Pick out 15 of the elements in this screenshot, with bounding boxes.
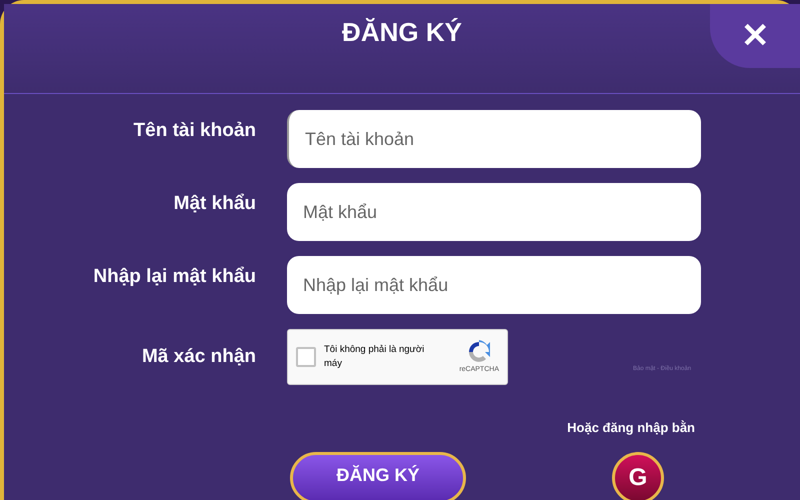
register-button[interactable]: ĐĂNG KÝ — [290, 452, 466, 500]
field-label: Nhập lại mật khẩu — [92, 264, 256, 289]
dialog-title: ĐĂNG KÝ — [342, 16, 462, 49]
field-label: Mã xác nhận — [140, 344, 256, 369]
recaptcha-icon — [466, 338, 492, 365]
input-field[interactable]: Nhập lại mật khẩu — [287, 256, 701, 314]
captcha-text: Tôi không phải là người máy — [324, 342, 426, 371]
alt-login-text: Hoặc đăng nhập bằn — [567, 419, 695, 437]
input-field[interactable]: Tên tài khoản — [287, 110, 701, 168]
close-button[interactable]: ✕ — [710, 4, 800, 68]
input-field[interactable]: Mật khẩu — [287, 183, 701, 241]
field-label: Mật khẩu — [172, 192, 256, 216]
captcha-checkbox[interactable] — [296, 347, 316, 367]
field-label: Tên tài khoản — [132, 118, 256, 143]
google-login-button[interactable]: G — [612, 452, 664, 500]
